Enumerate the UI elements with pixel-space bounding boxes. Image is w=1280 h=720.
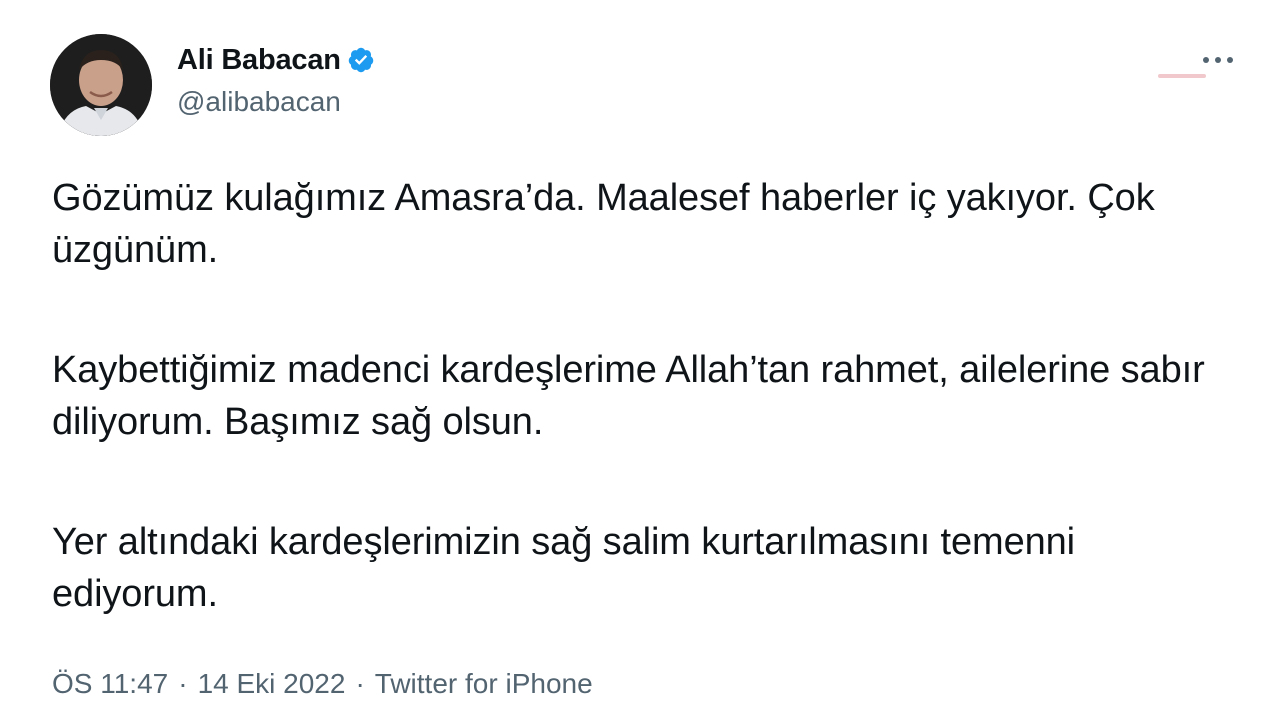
tweet-metadata: ÖS 11:47 · 14 Eki 2022 · Twitter for iPh… <box>52 668 593 700</box>
profile-photo-icon <box>50 34 152 136</box>
tweet-paragraph: Kaybettiğimiz madenci kardeşlerime Allah… <box>52 349 1205 443</box>
author-avatar[interactable] <box>50 34 152 136</box>
tweet-text: Gözümüz kulağımız Amasra’da. Maalesef ha… <box>52 172 1232 620</box>
tweet-card: Ali Babacan @alibabacan Gözümüz kulağımı… <box>0 0 1280 720</box>
author-name-row: Ali Babacan <box>177 42 375 78</box>
tweet-time[interactable]: ÖS 11:47 <box>52 668 168 700</box>
separator-dot: · <box>178 668 188 699</box>
more-options-icon[interactable] <box>1198 48 1238 72</box>
tweet-source[interactable]: Twitter for iPhone <box>375 668 593 700</box>
watermark-logo <box>1158 70 1206 85</box>
author-display-name[interactable]: Ali Babacan <box>177 44 341 77</box>
tweet-paragraph: Gözümüz kulağımız Amasra’da. Maalesef ha… <box>52 177 1155 271</box>
author-handle[interactable]: @alibabacan <box>177 86 341 118</box>
verified-badge-icon <box>347 46 375 74</box>
separator-dot: · <box>355 668 365 699</box>
tweet-paragraph: Yer altındaki kardeşlerimizin sağ salim … <box>52 521 1076 615</box>
tweet-date[interactable]: 14 Eki 2022 <box>198 668 346 700</box>
